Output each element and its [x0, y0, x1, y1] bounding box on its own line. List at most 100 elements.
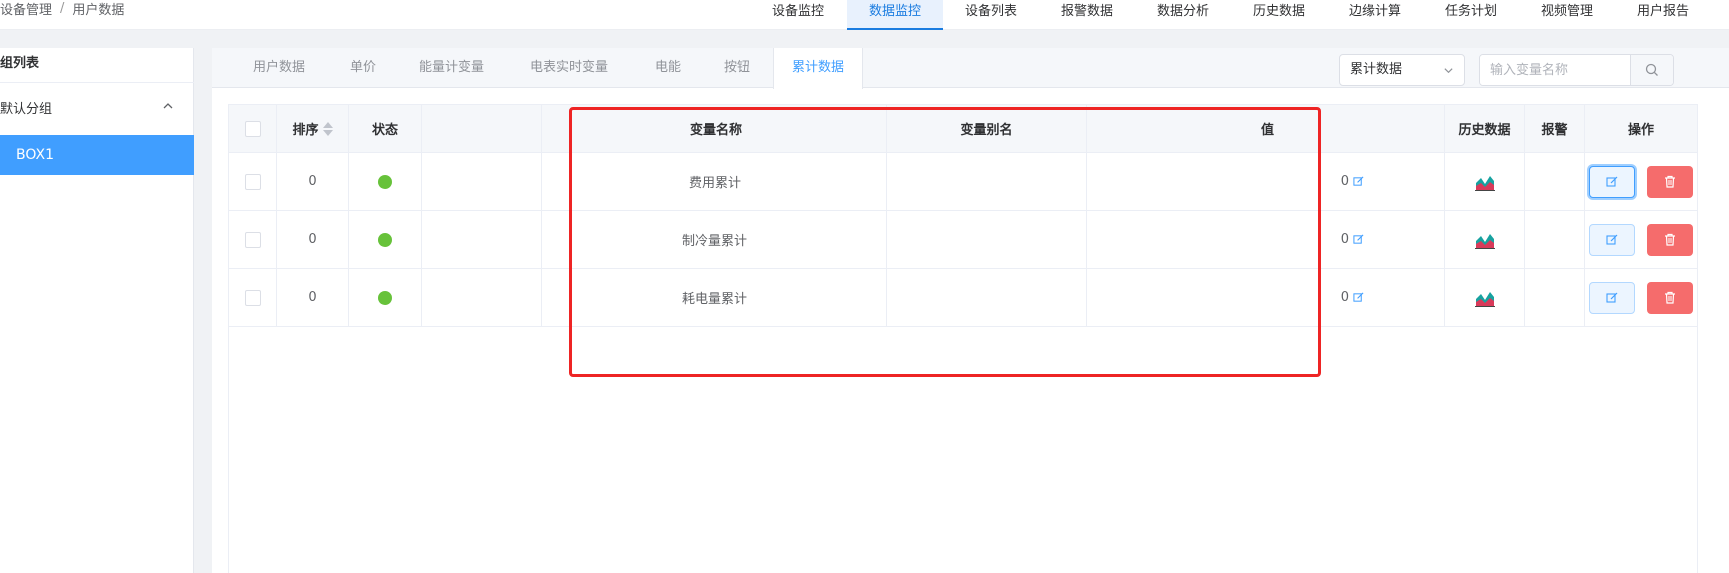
nav-task-plan[interactable]: 任务计划	[1423, 0, 1519, 30]
search-icon	[1645, 63, 1658, 76]
breadcrumb: 设备管理 / 用户数据	[0, 0, 125, 18]
nav-data-analysis[interactable]: 数据分析	[1135, 0, 1231, 30]
row-checkbox-cell	[229, 211, 277, 268]
row-ops-cell	[1585, 269, 1697, 326]
tab-cumulative-data[interactable]: 累计数据	[773, 48, 864, 89]
nav-video-manage[interactable]: 视频管理	[1519, 0, 1615, 30]
row-spacer	[422, 211, 542, 268]
chevron-up-icon	[163, 103, 173, 109]
header-alias: 变量别名	[887, 105, 1087, 152]
row-alarm	[1525, 269, 1585, 326]
select-value: 累计数据	[1350, 62, 1403, 77]
tab-energy-meter-vars[interactable]: 能量计变量	[419, 48, 484, 88]
table-row: 0 耗电量累计 0	[229, 269, 1697, 327]
header-sort-label: 排序	[292, 123, 319, 138]
table-header: 排序 状态 变量名称 变量别名 值 历史数据 报警 操作	[229, 105, 1697, 153]
row-sort: 0	[277, 269, 349, 326]
header-value: 值	[1087, 105, 1445, 152]
tab-unit-price[interactable]: 单价	[350, 48, 376, 88]
breadcrumb-root[interactable]: 设备管理	[0, 0, 52, 18]
row-checkbox[interactable]	[244, 173, 261, 190]
row-value-cell: 0	[1087, 153, 1445, 210]
row-name: 费用累计	[542, 153, 887, 210]
edit-icon	[1606, 292, 1618, 303]
row-alias	[887, 153, 1087, 210]
edit-icon	[1606, 234, 1618, 245]
tab-buttons[interactable]: 按钮	[724, 48, 750, 88]
sidebar-item-box1[interactable]: BOX1	[0, 135, 194, 175]
row-value: 0	[1340, 290, 1349, 305]
variable-table: 排序 状态 变量名称 变量别名 值 历史数据 报警 操作 0 费用累计 0 0 …	[228, 104, 1698, 573]
nav-alarm-data[interactable]: 报警数据	[1039, 0, 1135, 30]
edit-button[interactable]	[1589, 281, 1635, 314]
row-alias	[887, 269, 1087, 326]
nav-device-monitor[interactable]: 设备监控	[749, 0, 847, 30]
trash-icon	[1665, 233, 1675, 246]
variable-search	[1479, 54, 1674, 86]
edit-value-icon[interactable]	[1353, 292, 1364, 303]
sidebar-item-label: BOX1	[16, 147, 54, 163]
history-chart-icon[interactable]	[1474, 173, 1495, 191]
row-history-cell	[1445, 153, 1525, 210]
search-input[interactable]	[1480, 55, 1630, 85]
edit-button[interactable]	[1589, 165, 1635, 198]
sidebar-title: 组列表	[0, 56, 40, 71]
trash-icon	[1665, 175, 1675, 188]
row-alias	[887, 211, 1087, 268]
row-sort: 0	[277, 153, 349, 210]
nav-user-report[interactable]: 用户报告	[1615, 0, 1711, 30]
sidebar-group-label: 默认分组	[0, 101, 53, 117]
nav-data-monitor[interactable]: 数据监控	[847, 0, 943, 30]
breadcrumb-current: 用户数据	[72, 2, 125, 18]
delete-button[interactable]	[1647, 281, 1693, 314]
group-sidebar: 组列表 默认分组 BOX1	[0, 48, 194, 573]
row-status-cell	[349, 211, 422, 268]
row-spacer	[422, 269, 542, 326]
chevron-down-icon	[1444, 68, 1453, 74]
row-checkbox-cell	[229, 153, 277, 210]
row-value-cell: 0	[1087, 269, 1445, 326]
edit-value-icon[interactable]	[1353, 176, 1364, 187]
top-bar: 设备管理 / 用户数据 设备监控 数据监控 设备列表 报警数据 数据分析 历史数…	[0, 0, 1729, 30]
header-select-all	[229, 105, 277, 152]
nav-history-data[interactable]: 历史数据	[1231, 0, 1327, 30]
delete-button[interactable]	[1647, 223, 1693, 256]
header-sort[interactable]: 排序	[277, 105, 349, 152]
header-ops: 操作	[1627, 123, 1654, 138]
header-alarm: 报警	[1525, 105, 1585, 152]
delete-button[interactable]	[1647, 165, 1693, 198]
trash-icon	[1665, 291, 1675, 304]
sort-icon[interactable]	[322, 121, 333, 136]
sidebar-group-default[interactable]: 默认分组	[0, 83, 194, 131]
data-type-select[interactable]: 累计数据	[1339, 54, 1465, 86]
select-all-checkbox[interactable]	[244, 120, 261, 137]
search-button[interactable]	[1630, 55, 1673, 85]
tab-meter-realtime-vars[interactable]: 电表实时变量	[530, 48, 608, 88]
header-name: 变量名称	[542, 105, 887, 152]
row-checkbox-cell	[229, 269, 277, 326]
row-checkbox[interactable]	[244, 231, 261, 248]
row-value-cell: 0	[1087, 211, 1445, 268]
header-spacer	[422, 105, 542, 152]
row-spacer	[422, 153, 542, 210]
row-name: 制冷量累计	[542, 211, 887, 268]
tab-electric-energy[interactable]: 电能	[655, 48, 681, 88]
status-online-icon	[378, 290, 392, 305]
row-value: 0	[1340, 174, 1349, 189]
history-chart-icon[interactable]	[1474, 289, 1495, 307]
row-status-cell	[349, 269, 422, 326]
row-checkbox[interactable]	[244, 289, 261, 306]
row-sort: 0	[277, 211, 349, 268]
history-chart-icon[interactable]	[1474, 231, 1495, 249]
tab-user-data[interactable]: 用户数据	[253, 48, 305, 88]
nav-edge-compute[interactable]: 边缘计算	[1327, 0, 1423, 30]
row-name: 耗电量累计	[542, 269, 887, 326]
edit-value-icon[interactable]	[1353, 234, 1364, 245]
row-value: 0	[1340, 232, 1349, 247]
edit-icon	[1606, 176, 1618, 187]
row-ops-cell	[1585, 153, 1697, 210]
top-nav: 设备监控 数据监控 设备列表 报警数据 数据分析 历史数据 边缘计算 任务计划 …	[749, 0, 1711, 30]
edit-button[interactable]	[1589, 223, 1635, 256]
row-status-cell	[349, 153, 422, 210]
nav-device-list[interactable]: 设备列表	[943, 0, 1039, 30]
